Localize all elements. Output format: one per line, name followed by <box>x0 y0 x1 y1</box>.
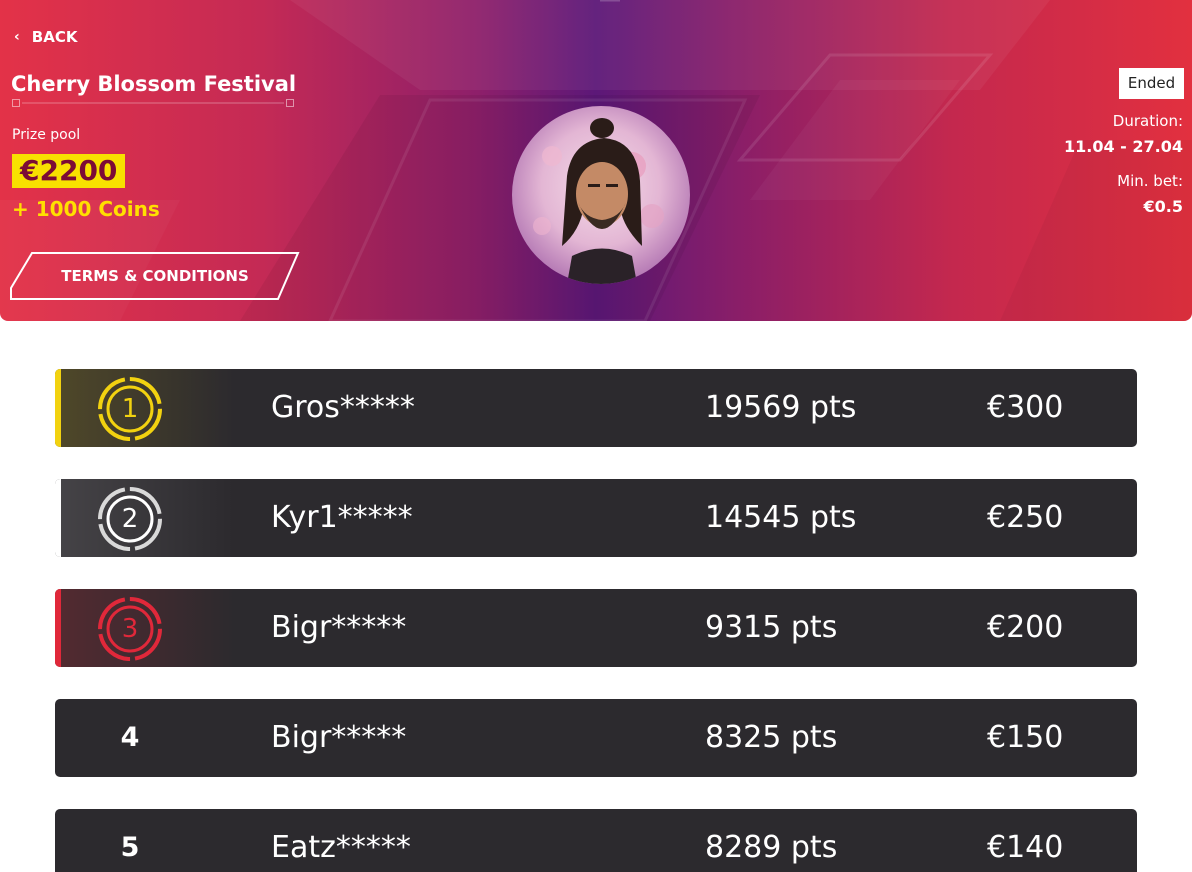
prize-pool-amount: €2200 <box>12 154 126 188</box>
gold-medal-icon: 1 <box>96 375 164 443</box>
leaderboard-row: 1 Gros***** 19569 pts €300 <box>55 369 1137 447</box>
rank-accent-bar <box>55 589 61 667</box>
player-name: Bigr***** <box>271 610 407 645</box>
player-name: Kyr1***** <box>271 500 413 535</box>
status-badge: Ended <box>1119 68 1184 99</box>
duration-value: 11.04 - 27.04 <box>1064 137 1183 156</box>
duration-label: Duration: <box>1112 112 1183 130</box>
min-bet-value: €0.5 <box>1143 197 1183 216</box>
player-reward: €300 <box>987 390 1064 425</box>
silver-medal-icon: 2 <box>96 485 164 553</box>
rank-number: 5 <box>120 832 140 863</box>
player-reward: €200 <box>987 610 1064 645</box>
player-name: Eatz***** <box>271 830 411 865</box>
player-name: Gros***** <box>271 390 415 425</box>
bronze-medal-icon: 3 <box>96 595 164 663</box>
rank-number: 1 <box>121 394 139 424</box>
player-reward: €140 <box>987 830 1064 865</box>
prize-pool-label: Prize pool <box>12 127 81 143</box>
player-points: 8289 pts <box>705 830 838 865</box>
tournament-title: Cherry Blossom Festival <box>11 72 297 96</box>
leaderboard-row: 2 Kyr1***** 14545 pts €250 <box>55 479 1137 557</box>
tournament-banner: ‹ BACK Cherry Blossom Festival Prize poo… <box>0 0 1192 321</box>
rank-accent-bar <box>55 479 61 557</box>
leaderboard-row: 5 Eatz***** 8289 pts €140 <box>55 809 1137 872</box>
back-button[interactable]: ‹ BACK <box>14 28 77 46</box>
tournament-character-image <box>512 106 690 284</box>
player-reward: €150 <box>987 720 1064 755</box>
leaderboard-row: 3 Bigr***** 9315 pts €200 <box>55 589 1137 667</box>
player-points: 8325 pts <box>705 720 838 755</box>
prize-pool-coins: + 1000 Coins <box>12 197 160 221</box>
rank-number: 2 <box>121 504 139 534</box>
rank-accent-bar <box>55 369 61 447</box>
player-points: 19569 pts <box>705 390 857 425</box>
min-bet-label: Min. bet: <box>1117 172 1183 190</box>
terms-conditions-label: TERMS & CONDITIONS <box>61 267 249 285</box>
terms-conditions-button[interactable]: TERMS & CONDITIONS <box>10 252 300 300</box>
title-underline <box>12 99 294 107</box>
player-points: 14545 pts <box>705 500 857 535</box>
rank-number: 3 <box>121 614 139 644</box>
chevron-left-icon: ‹ <box>14 29 20 45</box>
leaderboard-row: 4 Bigr***** 8325 pts €150 <box>55 699 1137 777</box>
player-name: Bigr***** <box>271 720 407 755</box>
rank-number: 4 <box>120 722 140 753</box>
player-reward: €250 <box>987 500 1064 535</box>
back-label: BACK <box>31 28 78 46</box>
player-points: 9315 pts <box>705 610 838 645</box>
